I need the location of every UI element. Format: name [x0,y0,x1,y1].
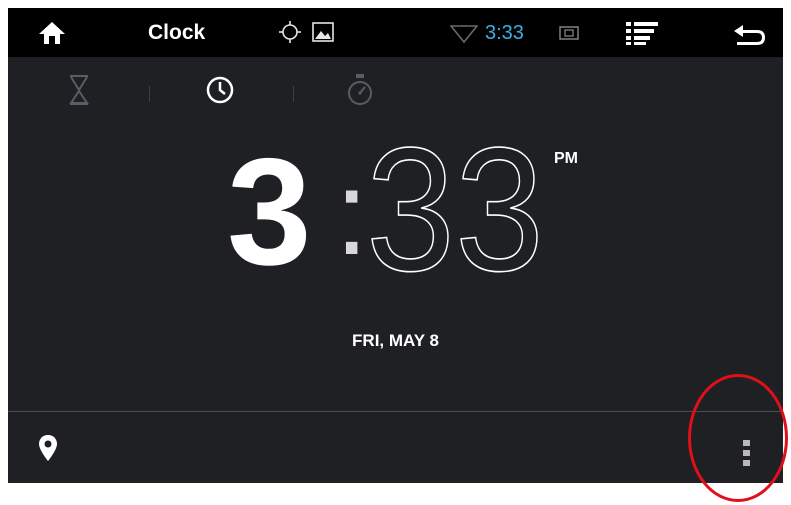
bottom-bar [8,412,783,483]
home-icon[interactable] [38,20,66,46]
app-title: Clock [148,21,206,44]
clock-ampm: PM [554,150,578,167]
crosshair-icon [278,20,302,44]
status-time: 3:33 [485,21,524,44]
back-icon[interactable] [731,21,767,47]
clock-date: FRI, MAY 8 [352,331,439,350]
stopwatch-icon [348,74,372,105]
tab-clock[interactable] [204,72,236,108]
gallery-icon [312,22,334,42]
tab-timer[interactable] [63,72,95,108]
clock-icon [206,76,234,104]
device-screen: Clock 3:33 3: 33 PM FRI, MAY 8 [8,8,783,483]
tab-bar [8,66,783,112]
clock-hour: 3 [227,127,312,297]
tab-separator [293,86,294,102]
menu-list-icon[interactable] [624,20,660,46]
digital-clock: 3 : 33 PM [8,128,783,298]
tab-stopwatch[interactable] [344,72,376,108]
red-annotation-circle [688,374,788,502]
status-bar: Clock 3:33 [8,8,783,57]
clock-colon: : [335,146,369,280]
hourglass-icon [69,75,89,105]
clock-minutes-text: 33 [366,134,544,280]
location-pin-icon[interactable] [38,434,58,462]
tab-separator [149,86,150,102]
wifi-icon [450,23,478,43]
sd-card-icon [559,25,579,41]
clock-minutes: 33 [366,134,545,280]
